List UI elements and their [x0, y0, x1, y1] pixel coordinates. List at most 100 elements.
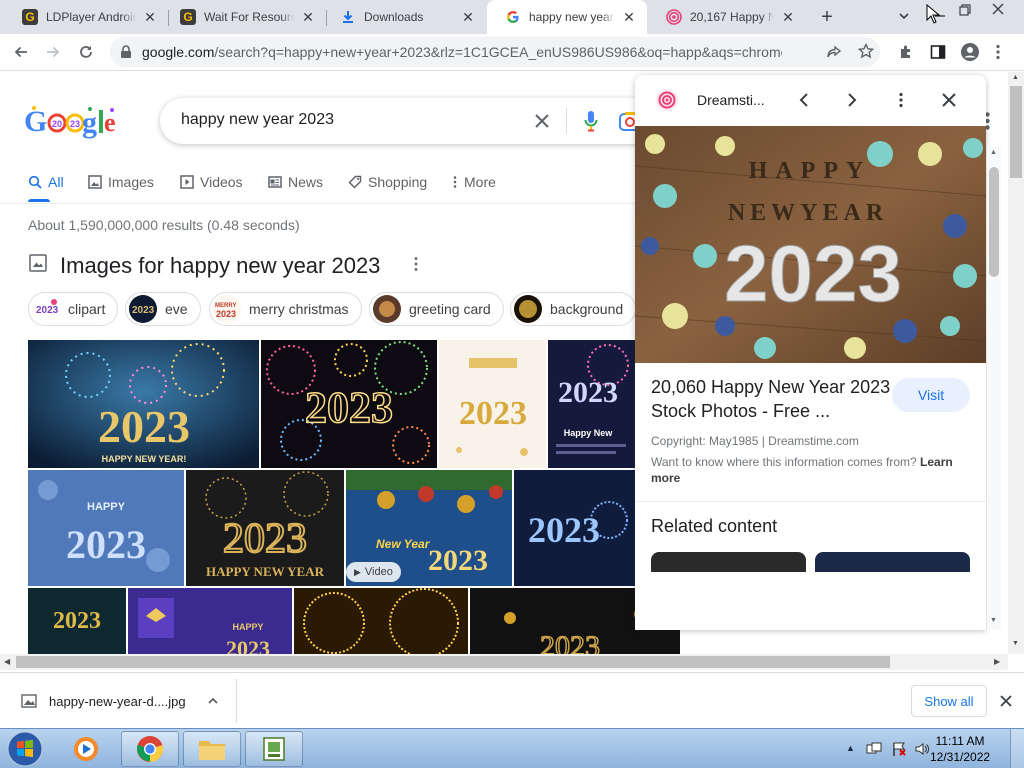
address-bar[interactable]: google.com/search?q=happy+new+year+2023&…: [110, 37, 880, 67]
image-result-1[interactable]: 2023 HAPPY NEW YEAR!: [28, 340, 259, 468]
tab-news[interactable]: News: [268, 172, 323, 192]
close-icon[interactable]: ✕: [460, 9, 476, 25]
clock-date: 12/31/2022: [930, 750, 991, 764]
star-icon[interactable]: [858, 43, 874, 59]
image-result-10[interactable]: HAPPY 2023: [128, 588, 292, 654]
close-window-icon[interactable]: [991, 2, 1005, 16]
searchbox-divider: [566, 108, 567, 134]
chip-eve[interactable]: 2023 eve: [125, 292, 201, 326]
system-clock[interactable]: 11:11 AM 12/31/2022: [930, 733, 990, 765]
forward-icon[interactable]: [45, 44, 61, 60]
back-icon[interactable]: [13, 44, 29, 60]
show-desktop-button[interactable]: [1010, 729, 1024, 768]
scroll-down-icon[interactable]: ▼: [990, 617, 997, 624]
taskbar-explorer[interactable]: [183, 731, 241, 767]
media-player-icon[interactable]: [72, 735, 100, 763]
horizontal-scrollbar[interactable]: ◀ ▶: [0, 654, 1008, 670]
tab-google-search[interactable]: happy new year 2 ✕: [487, 0, 647, 34]
vertical-scrollbar[interactable]: ▲ ▼: [1008, 72, 1024, 654]
chip-clipart[interactable]: 2023 clipart: [28, 292, 119, 326]
panel-scrollbar[interactable]: ▲ ▼: [987, 147, 1001, 630]
panel-scroll-thumb[interactable]: [989, 167, 999, 277]
tab-shopping[interactable]: Shopping: [348, 172, 427, 192]
speaker-icon[interactable]: [914, 741, 930, 757]
tab-more[interactable]: More: [452, 172, 496, 192]
reload-icon[interactable]: [78, 44, 94, 60]
scroll-up-icon[interactable]: ▲: [1012, 74, 1019, 81]
search-box[interactable]: happy new year 2023: [160, 98, 698, 144]
clear-icon[interactable]: [534, 113, 550, 129]
image-result-5[interactable]: HAPPY 2023: [28, 470, 184, 586]
taskbar-chrome[interactable]: [121, 731, 179, 767]
image-result-3[interactable]: 2023: [439, 340, 546, 468]
more-options-icon[interactable]: [898, 92, 904, 108]
close-icon[interactable]: [999, 694, 1013, 708]
tab-all[interactable]: All: [28, 172, 64, 192]
chevron-up-icon[interactable]: [206, 694, 220, 708]
menu-icon[interactable]: [995, 44, 1001, 60]
chip-background[interactable]: background: [510, 292, 637, 326]
preview-image[interactable]: HAPPY NEWYEAR 2023: [635, 126, 986, 363]
more-options-icon[interactable]: [413, 256, 419, 272]
tab-dreamstime[interactable]: 20,167 Happy Ne ✕: [648, 0, 806, 34]
scroll-right-icon[interactable]: ▶: [994, 657, 1000, 666]
horizontal-scroll-thumb[interactable]: [16, 656, 890, 668]
tab-wait-for-resource[interactable]: G Wait For Resource ✕: [162, 0, 326, 34]
url-text[interactable]: google.com/search?q=happy+new+year+2023&…: [142, 44, 782, 60]
profile-icon[interactable]: [961, 43, 979, 61]
new-tab-icon[interactable]: +: [818, 7, 836, 27]
app-icon: [261, 736, 287, 762]
tab-ldplayer[interactable]: G LDPlayer Android ✕: [4, 0, 168, 34]
scroll-left-icon[interactable]: ◀: [4, 657, 10, 666]
site-name[interactable]: Dreamsti...: [697, 92, 765, 108]
tab-videos[interactable]: Videos: [180, 172, 243, 192]
close-icon[interactable]: ✕: [142, 9, 158, 25]
result-title[interactable]: 20,060 Happy New Year 2023 Stock Photos …: [651, 375, 891, 423]
sidepanel-icon[interactable]: [930, 44, 946, 60]
images-heading[interactable]: Images for happy new year 2023: [60, 253, 380, 279]
close-icon[interactable]: ✕: [780, 9, 796, 25]
related-thumb-1[interactable]: [651, 552, 806, 572]
image-result-6[interactable]: 2023 HAPPY NEW YEAR: [186, 470, 344, 586]
extensions-icon[interactable]: [898, 44, 914, 60]
image-result-2[interactable]: 2023: [261, 340, 437, 468]
vertical-scroll-thumb[interactable]: [1010, 86, 1022, 178]
image-result-9[interactable]: 2023: [28, 588, 126, 654]
image-result-4[interactable]: 2023 Happy New: [548, 340, 635, 468]
download-filename[interactable]: happy-new-year-d....jpg: [49, 694, 186, 709]
taskbar-app[interactable]: [245, 731, 303, 767]
windows-start-icon[interactable]: [6, 731, 44, 767]
google-logo[interactable]: G 20 23 g e: [24, 104, 118, 140]
search-input[interactable]: happy new year 2023: [181, 111, 334, 129]
svg-text:2023: 2023: [132, 305, 155, 316]
image-result-11[interactable]: [294, 588, 468, 654]
close-icon[interactable]: ✕: [300, 9, 316, 25]
image-result-8[interactable]: 2023: [514, 470, 635, 586]
tab-images[interactable]: Images: [88, 172, 154, 192]
flag-icon[interactable]: [891, 741, 907, 757]
thumb-text: 2023: [98, 401, 190, 452]
image-preview-panel: Dreamsti... HAPPY NEWYEAR 2023 20,060 Ha…: [635, 75, 986, 630]
chip-merry-christmas[interactable]: MERRY 2023 merry christmas: [209, 292, 362, 326]
tray-chevron-up-icon[interactable]: ▲: [846, 743, 855, 753]
scroll-up-icon[interactable]: ▲: [990, 149, 997, 156]
chevron-right-icon[interactable]: [845, 92, 859, 108]
tab-downloads[interactable]: Downloads ✕: [322, 0, 486, 34]
restore-icon[interactable]: [958, 3, 972, 17]
mic-icon[interactable]: [584, 110, 598, 132]
scroll-down-icon[interactable]: ▼: [1012, 640, 1019, 647]
chip-thumbnail: [514, 295, 542, 323]
close-icon[interactable]: ✕: [621, 9, 637, 25]
chevron-left-icon[interactable]: [797, 92, 811, 108]
close-icon[interactable]: [941, 92, 957, 108]
tab-label: Videos: [200, 174, 243, 190]
lock-icon[interactable]: [120, 45, 132, 59]
tab-search-chevron-icon[interactable]: [897, 9, 911, 23]
related-thumb-2[interactable]: [815, 552, 970, 572]
visit-button[interactable]: Visit: [892, 378, 970, 412]
network-icon[interactable]: [866, 741, 882, 757]
chip-greeting-card[interactable]: greeting card: [369, 292, 504, 326]
image-result-7-video[interactable]: New Year 2023 ▶ Video: [346, 470, 512, 586]
share-icon[interactable]: [826, 44, 842, 60]
show-all-button[interactable]: Show all: [911, 685, 987, 717]
